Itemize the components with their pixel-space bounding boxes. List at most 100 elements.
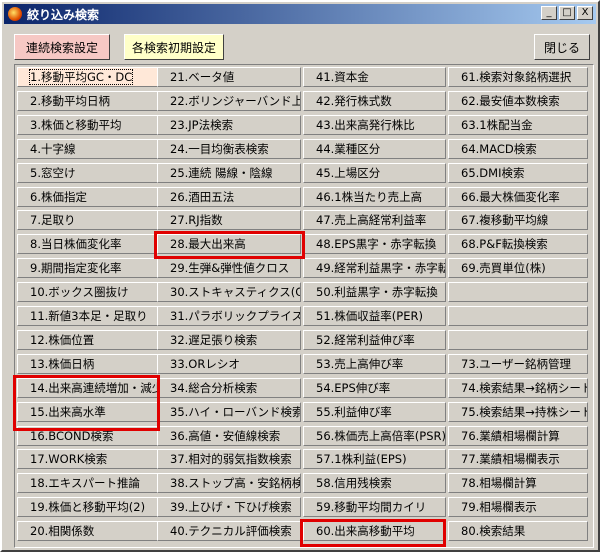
search-option-35[interactable]: 35.ハイ・ローバンド検索: [157, 402, 301, 422]
search-option-19[interactable]: 19.株価と移動平均(2): [17, 497, 159, 517]
search-option-30[interactable]: 30.ストキャスティクス(GC・DC): [157, 282, 301, 302]
search-option-15[interactable]: 15.出来高水準: [17, 402, 159, 422]
maximize-button[interactable]: □: [559, 6, 575, 20]
search-option-36[interactable]: 36.高値・安値線検索: [157, 426, 301, 446]
search-option-label: 12.株価位置: [30, 333, 95, 347]
search-option-74[interactable]: 74.検索結果→銘柄シート: [448, 378, 588, 398]
search-option-42[interactable]: 42.発行株式数: [303, 91, 446, 111]
search-option-label: 28.最大出来高: [170, 237, 246, 251]
search-option-73[interactable]: 73.ユーザー銘柄管理: [448, 354, 588, 374]
search-option-17[interactable]: 17.WORK検索: [17, 449, 159, 469]
search-option-46[interactable]: 46.1株当たり売上高: [303, 187, 446, 207]
search-option-64[interactable]: 64.MACD検索: [448, 139, 588, 159]
search-option-43[interactable]: 43.出来高発行株比: [303, 115, 446, 135]
search-option-78[interactable]: 78.相場欄計算: [448, 473, 588, 493]
search-option-3[interactable]: 3.株価と移動平均: [17, 115, 159, 135]
search-option-1[interactable]: 1.移動平均GC・DC: [17, 67, 159, 87]
search-option-label: 77.業績相場欄表示: [461, 452, 560, 466]
search-option-label: 8.当日株価変化率: [30, 237, 122, 251]
search-option-12[interactable]: 12.株価位置: [17, 330, 159, 350]
search-option-59[interactable]: 59.移動平均間カイリ: [303, 497, 446, 517]
search-option-37[interactable]: 37.相対的弱気指数検索: [157, 449, 301, 469]
search-option-24[interactable]: 24.一目均衡表検索: [157, 139, 301, 159]
search-option-45[interactable]: 45.上場区分: [303, 163, 446, 183]
search-option-54[interactable]: 54.EPS伸び率: [303, 378, 446, 398]
search-option-label: 23.JP法検索: [170, 118, 234, 132]
search-option-26[interactable]: 26.酒田五法: [157, 187, 301, 207]
search-option-63[interactable]: 63.1株配当金: [448, 115, 588, 135]
search-option-label: 52.経常利益伸び率: [316, 333, 415, 347]
search-option-2[interactable]: 2.移動平均日柄: [17, 91, 159, 111]
search-option-4[interactable]: 4.十字線: [17, 139, 159, 159]
search-option-5[interactable]: 5.窓空け: [17, 163, 159, 183]
search-option-label: 7.足取り: [30, 213, 76, 227]
search-option-47[interactable]: 47.売上高経常利益率: [303, 210, 446, 230]
search-option-6[interactable]: 6.株価指定: [17, 187, 159, 207]
title-bar: 絞り込み検索 _ □ X: [4, 4, 596, 24]
search-option-69[interactable]: 69.売買単位(株): [448, 258, 588, 278]
search-option-label: 44.業種区分: [316, 142, 381, 156]
search-option-52[interactable]: 52.経常利益伸び率: [303, 330, 446, 350]
search-option-58[interactable]: 58.信用残検索: [303, 473, 446, 493]
close-button[interactable]: 閉じる: [534, 34, 590, 60]
search-option-67[interactable]: 67.複移動平均線: [448, 210, 588, 230]
search-option-22[interactable]: 22.ボリンジャーバンド上下抜: [157, 91, 301, 111]
search-option-23[interactable]: 23.JP法検索: [157, 115, 301, 135]
search-option-label: 61.検索対象銘柄選択: [461, 70, 572, 84]
search-option-72: [448, 330, 588, 350]
search-option-44[interactable]: 44.業種区分: [303, 139, 446, 159]
search-option-21[interactable]: 21.ベータ値: [157, 67, 301, 87]
search-option-label: 17.WORK検索: [30, 452, 108, 466]
search-option-51[interactable]: 51.株価収益率(PER): [303, 306, 446, 326]
search-option-61[interactable]: 61.検索対象銘柄選択: [448, 67, 588, 87]
search-option-16[interactable]: 16.BCOND検索: [17, 426, 159, 446]
search-option-27[interactable]: 27.RJ指数: [157, 210, 301, 230]
search-option-9[interactable]: 9.期間指定変化率: [17, 258, 159, 278]
search-option-68[interactable]: 68.P&F転換検索: [448, 234, 588, 254]
search-option-57[interactable]: 57.1株利益(EPS): [303, 449, 446, 469]
search-option-label: 42.発行株式数: [316, 94, 392, 108]
search-option-14[interactable]: 14.出来高連続増加・減少: [17, 378, 159, 398]
search-option-65[interactable]: 65.DMI検索: [448, 163, 588, 183]
search-option-50[interactable]: 50.利益黒字・赤字転換: [303, 282, 446, 302]
search-option-56[interactable]: 56.株価売上高倍率(PSR): [303, 426, 446, 446]
search-option-25[interactable]: 25.連続 陽線・陰線: [157, 163, 301, 183]
search-option-label: 76.業績相場欄計算: [461, 429, 560, 443]
search-option-53[interactable]: 53.売上高伸び率: [303, 354, 446, 374]
search-option-49[interactable]: 49.経常利益黒字・赤字転換: [303, 258, 446, 278]
search-option-13[interactable]: 13.株価日柄: [17, 354, 159, 374]
search-option-11[interactable]: 11.新値3本足・足取り: [17, 306, 159, 326]
search-option-39[interactable]: 39.上ひげ・下ひげ検索: [157, 497, 301, 517]
search-option-62[interactable]: 62.最安値本数検索: [448, 91, 588, 111]
minimize-button[interactable]: _: [541, 6, 557, 20]
search-option-55[interactable]: 55.利益伸び率: [303, 402, 446, 422]
search-option-79[interactable]: 79.相場欄表示: [448, 497, 588, 517]
search-option-41[interactable]: 41.資本金: [303, 67, 446, 87]
search-option-33[interactable]: 33.ORレシオ: [157, 354, 301, 374]
search-option-40[interactable]: 40.テクニカル評価検索: [157, 521, 301, 541]
search-option-20[interactable]: 20.相関係数: [17, 521, 159, 541]
search-option-label: 55.利益伸び率: [316, 405, 392, 419]
reset-search-settings-button[interactable]: 各検索初期設定: [124, 34, 224, 60]
search-option-34[interactable]: 34.総合分析検索: [157, 378, 301, 398]
search-option-38[interactable]: 38.ストップ高・安銘柄検索: [157, 473, 301, 493]
continuous-search-settings-button[interactable]: 連続検索設定: [14, 34, 110, 60]
search-option-48[interactable]: 48.EPS黒字・赤字転換: [303, 234, 446, 254]
search-option-76[interactable]: 76.業績相場欄計算: [448, 426, 588, 446]
search-option-18[interactable]: 18.エキスパート推論: [17, 473, 159, 493]
search-option-66[interactable]: 66.最大株価変化率: [448, 187, 588, 207]
search-option-28[interactable]: 28.最大出来高: [157, 234, 301, 254]
search-option-label: 6.株価指定: [30, 190, 87, 204]
close-window-button[interactable]: X: [577, 6, 593, 20]
search-option-77[interactable]: 77.業績相場欄表示: [448, 449, 588, 469]
search-option-29[interactable]: 29.生弾&弾性値クロス: [157, 258, 301, 278]
search-option-60[interactable]: 60.出来高移動平均: [303, 521, 446, 541]
search-option-80[interactable]: 80.検索結果: [448, 521, 588, 541]
search-option-10[interactable]: 10.ボックス圏抜け: [17, 282, 159, 302]
search-option-70: [448, 282, 588, 302]
search-option-8[interactable]: 8.当日株価変化率: [17, 234, 159, 254]
search-option-7[interactable]: 7.足取り: [17, 210, 159, 230]
search-option-31[interactable]: 31.パラボリックプライスシステム: [157, 306, 301, 326]
search-option-32[interactable]: 32.遅足張り検索: [157, 330, 301, 350]
search-option-75[interactable]: 75.検索結果→持株シート: [448, 402, 588, 422]
